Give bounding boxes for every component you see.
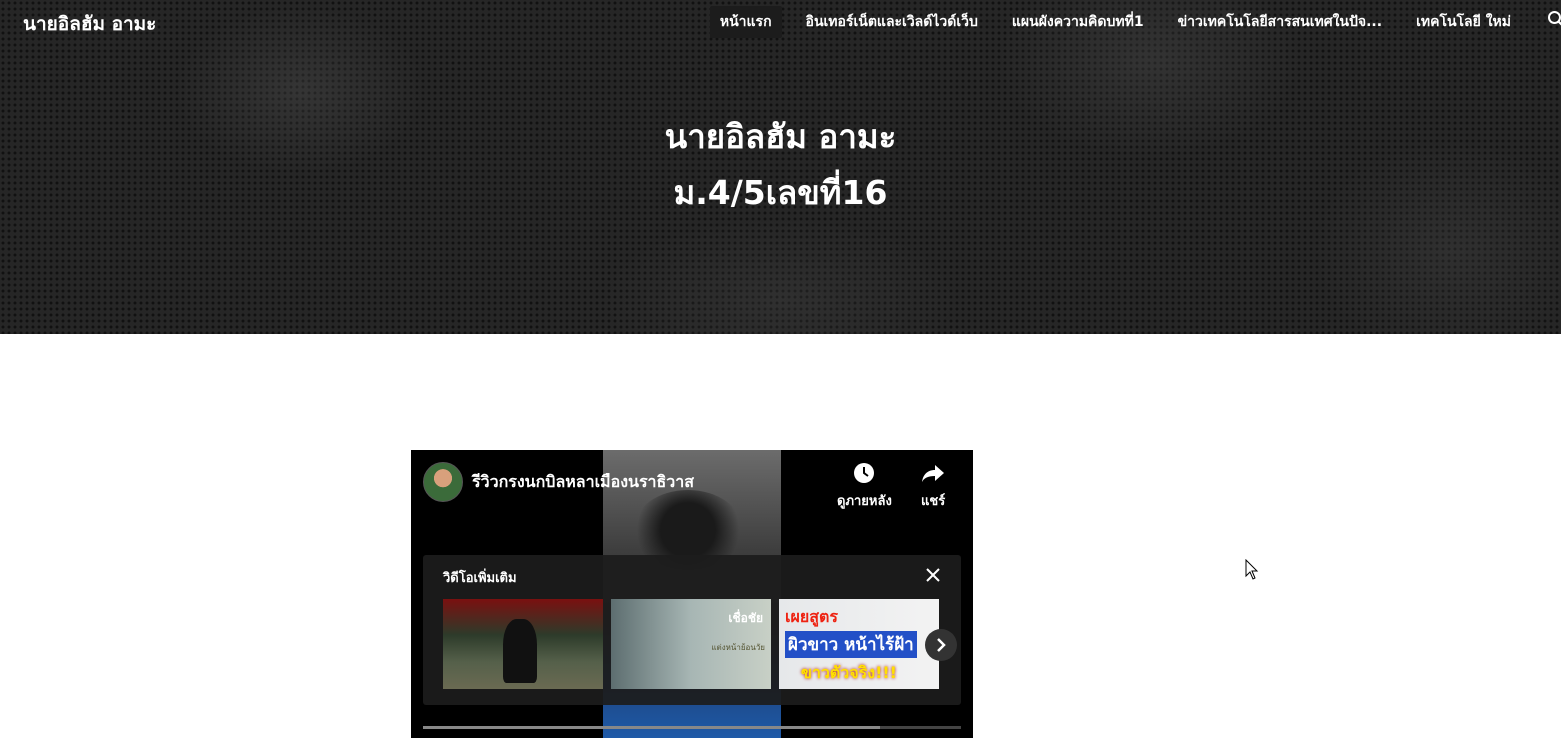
thumbnail-3-line3: ขาวตัวจริง!!! xyxy=(801,663,897,682)
close-icon[interactable] xyxy=(925,567,941,583)
share-label: แชร์ xyxy=(921,494,946,509)
nav-item-mindmap[interactable]: แผนผังความคิดบทที่1 xyxy=(1002,6,1154,38)
nav-item-internet-www[interactable]: อินเทอร์เน็ตและเวิลด์ไวด์เว็บ xyxy=(796,6,988,38)
hero-name: นายอิลฮัม อามะ xyxy=(664,117,897,156)
nav-item-it-news[interactable]: ข่าวเทคโนโลยีสารสนเทศในปัจ... xyxy=(1168,6,1392,38)
watch-later-label: ดูภายหลัง xyxy=(837,494,892,509)
channel-avatar[interactable] xyxy=(423,462,463,502)
video-progress-fill xyxy=(423,726,881,729)
nav-item-home[interactable]: หน้าแรก xyxy=(709,6,782,38)
chevron-right-icon xyxy=(937,638,946,652)
more-videos-title: วิดีโอเพิ่มเติม xyxy=(443,571,517,586)
clock-icon xyxy=(854,463,875,483)
thumbnail-2-subtitle: แต่งหน้าย้อนวัย xyxy=(711,643,765,652)
thumbnail-3-line2: ผิวขาว หน้าไร้ฝ้า xyxy=(785,631,917,658)
video-thumbnail-1[interactable] xyxy=(443,599,603,689)
thumbnail-2-title: เชื่อชัย xyxy=(728,611,763,625)
video-thumbnail-3[interactable]: เผยสูตร ผิวขาว หน้าไร้ฝ้า ขาวตัวจริง!!! xyxy=(779,599,939,689)
next-videos-button[interactable] xyxy=(925,629,957,661)
watch-later-button[interactable]: ดูภายหลัง xyxy=(837,462,892,511)
search-icon[interactable] xyxy=(1547,10,1561,28)
main-nav: หน้าแรก อินเทอร์เน็ตและเวิลด์ไวด์เว็บ แผ… xyxy=(696,6,1521,38)
nav-item-new-tech[interactable]: เทคโนโลยี ใหม่ xyxy=(1406,6,1521,38)
site-title[interactable]: นายอิลฮัม อามะ xyxy=(23,10,156,38)
hero-header: นายอิลฮัม อามะ หน้าแรก อินเทอร์เน็ตและเว… xyxy=(0,0,1561,334)
share-icon xyxy=(922,465,945,482)
hero-headline: นายอิลฮัม อามะ ม.4/5เลขที่16 xyxy=(0,112,1561,224)
hero-class-number: ม.4/5เลขที่16 xyxy=(673,173,888,212)
more-videos-panel: วิดีโอเพิ่มเติม เชื่อชัย แต่งหน้าย้อนวัย… xyxy=(423,555,961,705)
video-title[interactable]: รีวิวกรงนกบิลหลาเมืองนราธิวาส xyxy=(472,470,694,495)
mouse-cursor-icon xyxy=(1245,559,1259,580)
video-embed[interactable]: รีวิวกรงนกบิลหลาเมืองนราธิวาส ดูภายหลัง … xyxy=(411,450,973,738)
share-button[interactable]: แชร์ xyxy=(921,462,945,511)
thumbnail-3-line1: เผยสูตร xyxy=(785,607,838,626)
video-progress-bar[interactable] xyxy=(423,726,961,729)
video-thumbnail-2[interactable]: เชื่อชัย แต่งหน้าย้อนวัย xyxy=(611,599,771,689)
